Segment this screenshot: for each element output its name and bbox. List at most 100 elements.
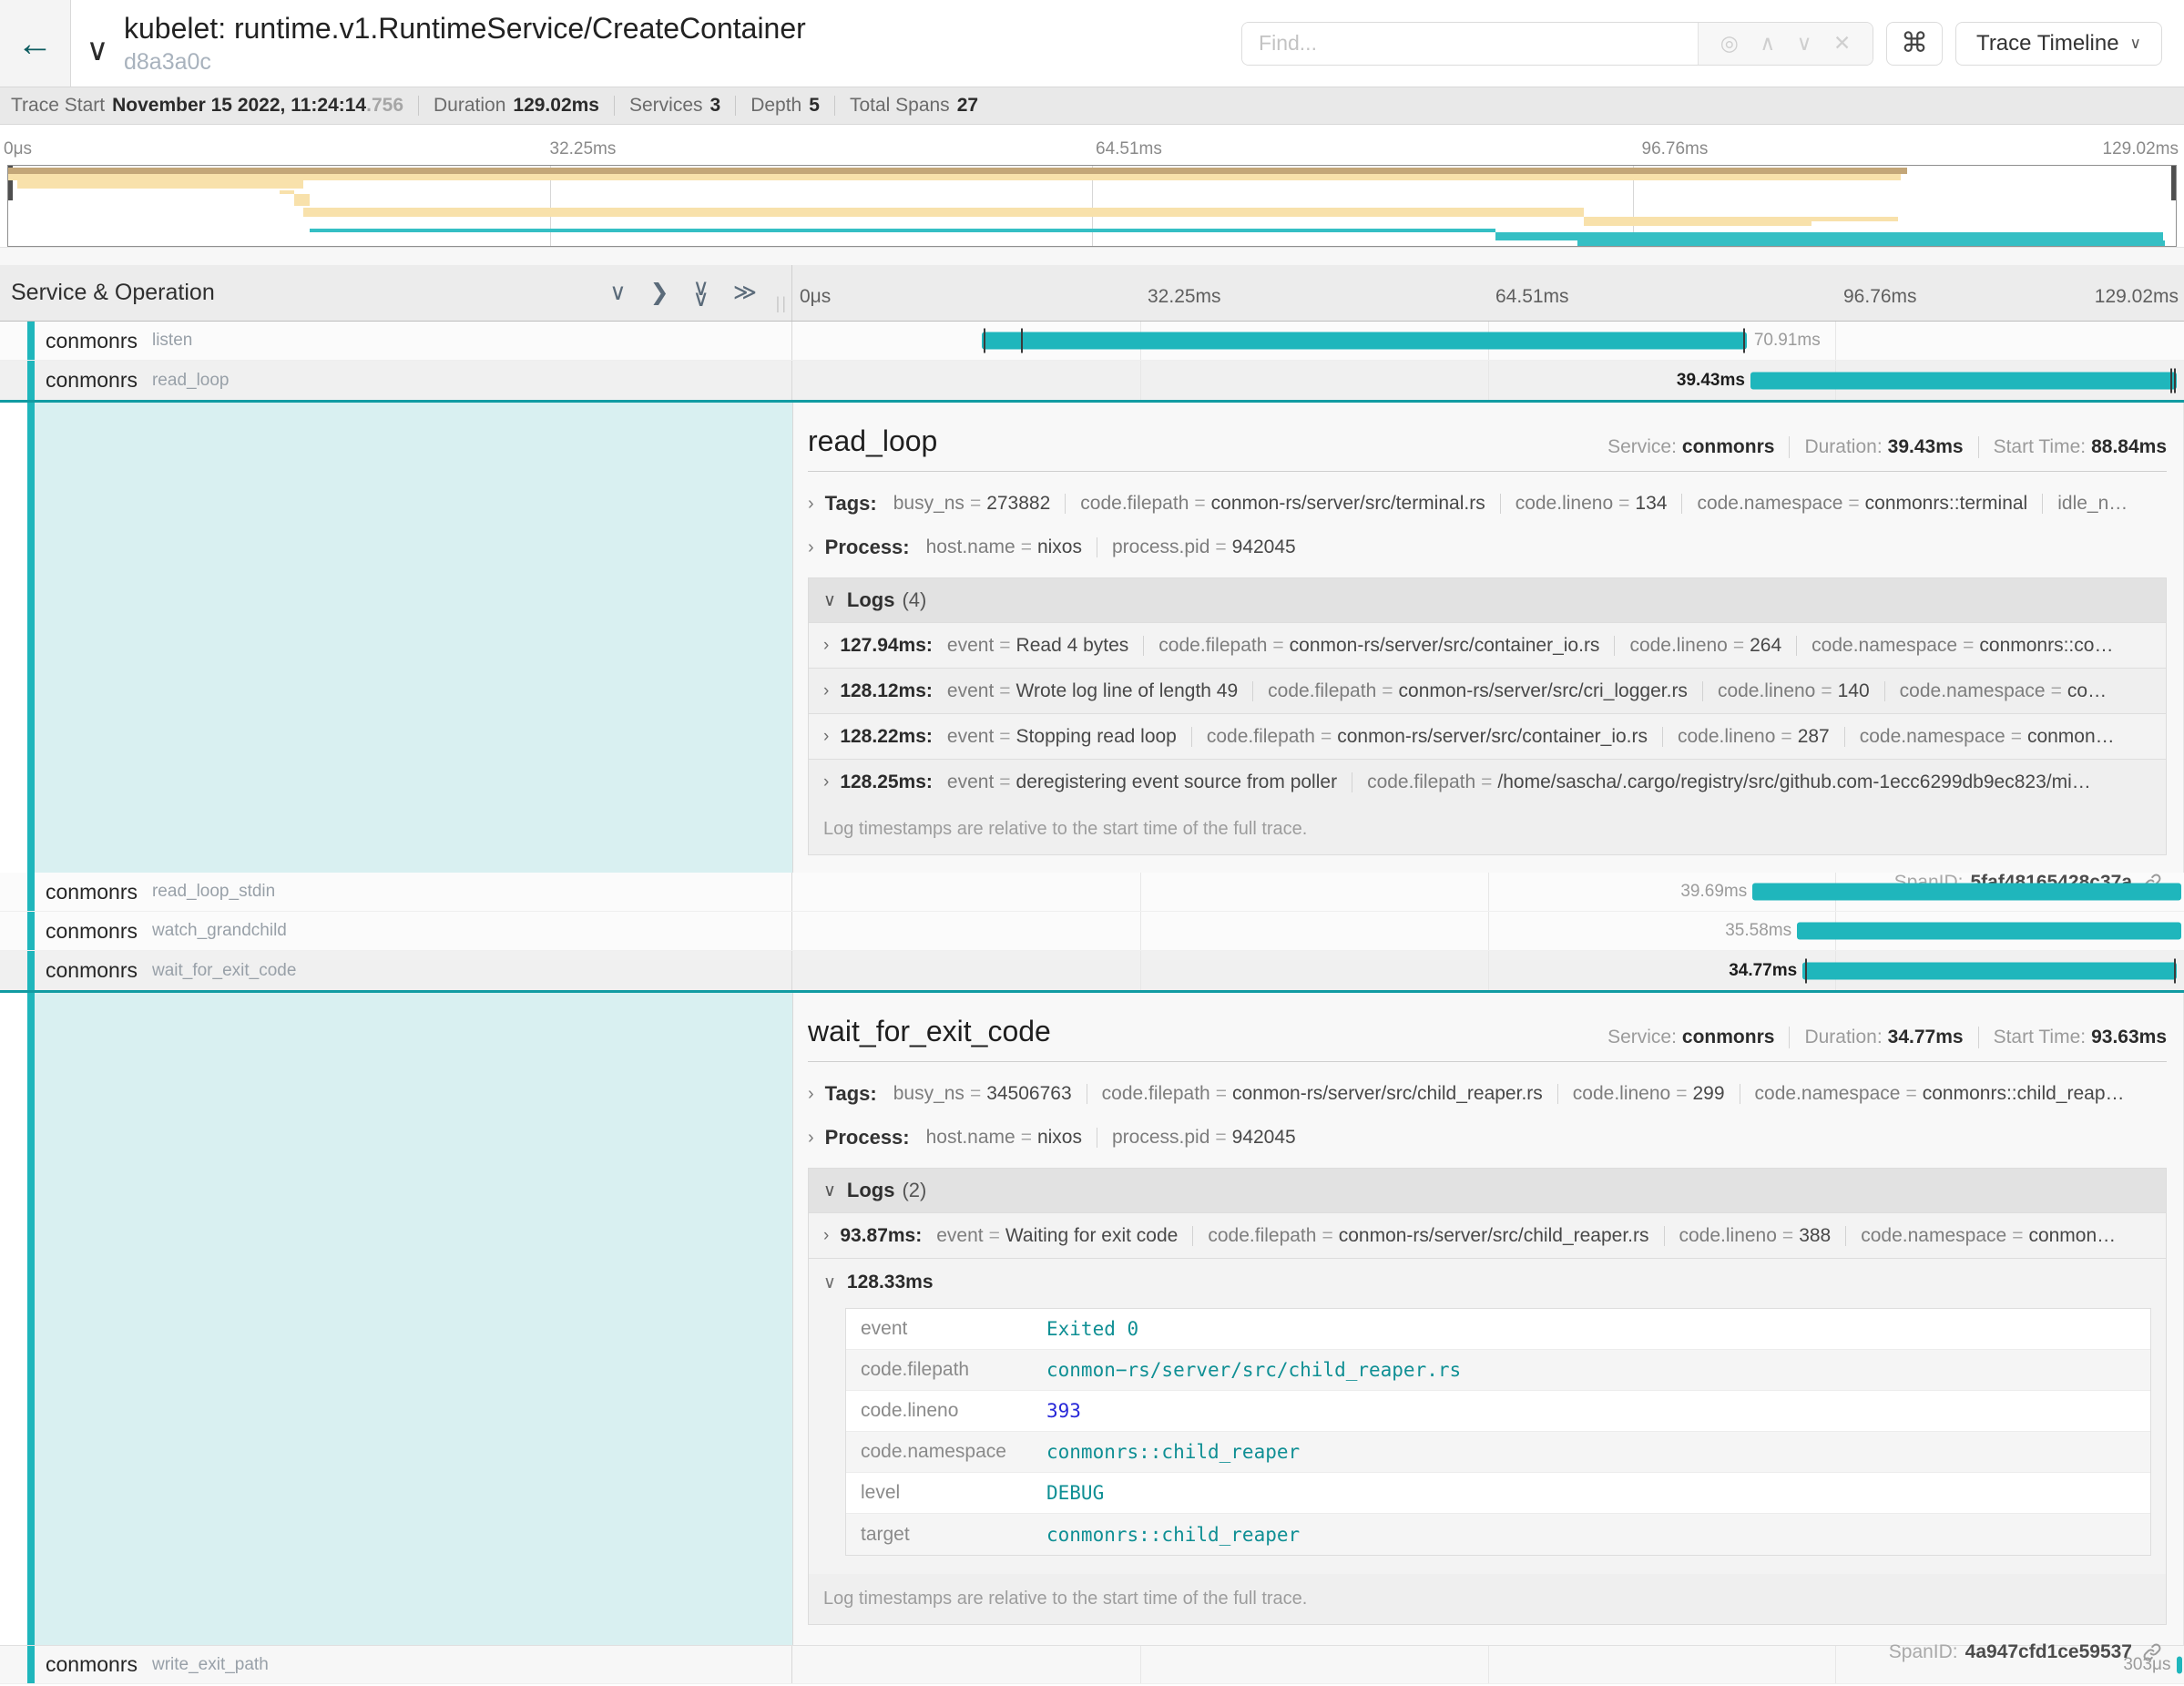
span-color-guide (27, 873, 35, 911)
process-accordion[interactable]: › Process: host.name=nixosprocess.pid=94… (808, 536, 2167, 559)
trace-title-block: kubelet: runtime.v1.RuntimeService/Creat… (124, 0, 1241, 87)
span-meta: Service:conmonrs Duration:39.43ms Start … (1607, 436, 2167, 458)
column-resize-grip[interactable]: || (776, 294, 788, 313)
log-marker-tick (984, 329, 985, 353)
chevron-down-icon: ∨ (823, 590, 836, 611)
duration-value: 39.43ms (1888, 436, 1964, 458)
tag-chip: code.namespace=conmon… (1861, 1225, 2116, 1247)
service-label: Service: (1607, 1027, 1677, 1048)
span-row-watch_grandchild[interactable]: conmonrswatch_grandchild35.58ms (0, 912, 2184, 951)
log-row[interactable]: ›128.22ms:event=Stopping read loopcode.f… (809, 713, 2166, 759)
tag-chip: code.filepath=conmon-rs/server/src/child… (1208, 1225, 1648, 1247)
keyboard-shortcuts-button[interactable]: ⌘ (1886, 22, 1943, 66)
tag-chip: code.namespace=conmonrs::child_reap… (1755, 1083, 2125, 1105)
tag-chip: code.namespace=conmon… (1860, 726, 2115, 748)
expand-all-icon[interactable]: ≫ (733, 281, 757, 304)
span-name-cell[interactable]: conmonrswrite_exit_path (0, 1646, 792, 1683)
logs-accordion[interactable]: ∨ Logs (2) (809, 1169, 2166, 1212)
chevron-up-icon[interactable]: ∧ (1760, 33, 1775, 54)
start-time-label: Start Time: (1994, 1027, 2087, 1048)
tag-chip: code.filepath=conmon-rs/server/src/conta… (1158, 635, 1599, 657)
log-entry-toggle[interactable]: ∨ 128.33ms (823, 1272, 2151, 1293)
span-duration-bar[interactable] (1802, 962, 2177, 979)
view-selector-button[interactable]: Trace Timeline ∨ (1955, 22, 2162, 66)
logs-label: Logs (847, 588, 895, 612)
log-marker-tick (2174, 958, 2176, 983)
logs-accordion[interactable]: ∨ Logs (4) (809, 578, 2166, 622)
log-row[interactable]: ›128.25ms:event=deregistering event sour… (809, 759, 2166, 804)
minimap-span-bar (8, 168, 1907, 174)
span-duration-bar[interactable] (982, 332, 1747, 350)
chevron-right-icon: › (808, 1128, 814, 1149)
back-arrow-icon: ← (17, 26, 54, 62)
minimap-right-handle[interactable] (2171, 166, 2176, 200)
command-icon: ⌘ (1901, 27, 1928, 59)
tag-chip: event=deregistering event source from po… (947, 771, 1337, 793)
span-name-cell[interactable]: conmonrswatch_grandchild (0, 912, 792, 950)
span-tree-guide (27, 993, 35, 1645)
logs-section: ∨ Logs (2) ›93.87ms:event=Waiting for ex… (808, 1168, 2167, 1625)
span-name-cell[interactable]: conmonrsread_loop (0, 361, 792, 400)
tags-accordion[interactable]: › Tags: busy_ns=34506763code.filepath=co… (808, 1082, 2167, 1106)
span-bar-cell[interactable]: 70.91ms (792, 322, 2184, 360)
span-duration-bar[interactable] (1750, 372, 2177, 389)
span-row-listen[interactable]: conmonrslisten70.91ms (0, 322, 2184, 361)
span-bar-cell[interactable]: 39.69ms (792, 873, 2184, 911)
span-duration-bar[interactable] (2177, 1656, 2182, 1673)
minimap-span-bar (1577, 240, 2165, 246)
log-row[interactable]: ›128.12ms:event=Wrote log line of length… (809, 668, 2166, 713)
trace-collapse-toggle[interactable]: ∨ (71, 0, 124, 87)
collapse-one-icon[interactable]: ∨ (609, 281, 626, 304)
minimap-span-bar (310, 229, 1495, 232)
tag-chip: code.lineno=264 (1629, 635, 1781, 657)
tags-accordion[interactable]: › Tags: busy_ns=273882code.filepath=conm… (808, 492, 2167, 516)
span-row-wait_for_exit_code[interactable]: conmonrswait_for_exit_code34.77ms (0, 951, 2184, 993)
ruler-tick-label: 129.02ms (2087, 286, 2179, 308)
service-value: conmonrs (1682, 436, 1775, 458)
span-bar-cell[interactable]: 34.77ms (792, 951, 2184, 990)
span-duration-label: 303μs (2123, 1655, 2170, 1675)
span-bar-cell[interactable]: 35.58ms (792, 912, 2184, 950)
minimap-span-bar (294, 194, 310, 206)
trace-info-item: Services3 (629, 95, 720, 117)
tag-chip: host.name=nixos (926, 1127, 1082, 1149)
span-row-read_loop_stdin[interactable]: conmonrsread_loop_stdin39.69ms (0, 873, 2184, 912)
span-name-cell[interactable]: conmonrslisten (0, 322, 792, 360)
span-bar-cell[interactable]: 39.43ms (792, 361, 2184, 400)
back-button[interactable]: ← (0, 0, 71, 87)
detail-titlebar: read_loop Service:conmonrs Duration:39.4… (808, 424, 2167, 472)
start-time-label: Start Time: (1994, 436, 2087, 458)
span-detail-read-loop: read_loop Service:conmonrs Duration:39.4… (0, 403, 2184, 873)
span-row-read_loop[interactable]: conmonrsread_loop39.43ms (0, 361, 2184, 403)
span-name-cell[interactable]: conmonrswait_for_exit_code (0, 951, 792, 990)
span-bar-cell[interactable]: 303μs (792, 1646, 2184, 1683)
close-icon[interactable]: ✕ (1833, 33, 1851, 54)
ruler-tick-label: 96.76ms (1836, 286, 1917, 308)
log-row[interactable]: ›93.87ms:event=Waiting for exit codecode… (809, 1212, 2166, 1258)
log-row[interactable]: ›127.94ms:event=Read 4 bytescode.filepat… (809, 622, 2166, 668)
tag-chip: code.filepath=/home/sascha/.cargo/regist… (1367, 771, 2091, 793)
span-duration-bar[interactable] (1752, 884, 2181, 901)
expand-one-icon[interactable]: ❯ (650, 281, 669, 304)
ruler-tick-label: 64.51ms (1488, 286, 1569, 308)
chevron-right-icon: › (808, 494, 814, 515)
process-accordion[interactable]: › Process: host.name=nixosprocess.pid=94… (808, 1126, 2167, 1150)
find-input[interactable] (1242, 23, 1698, 65)
span-operation-title: wait_for_exit_code (808, 1015, 1051, 1048)
span-duration-bar[interactable] (1797, 923, 2181, 940)
span-name-cell[interactable]: conmonrsread_loop_stdin (0, 873, 792, 911)
collapse-all-icon[interactable]: ∨∨ (693, 282, 709, 304)
tag-chip: code.filepath=conmon-rs/server/src/child… (1102, 1083, 1543, 1105)
span-table-header: Service & Operation ∨ ❯ ∨∨ ≫ || 0μs32.25… (0, 265, 2184, 322)
target-icon[interactable]: ◎ (1720, 33, 1739, 54)
span-detail-wait-for-exit-code: wait_for_exit_code Service:conmonrs Dura… (0, 993, 2184, 1645)
span-operation-title: read_loop (808, 424, 937, 458)
tag-chip: code.namespace=co… (1900, 680, 2107, 702)
trace-info-item: Duration129.02ms (434, 95, 599, 117)
chevron-down-icon[interactable]: ∨ (1797, 33, 1812, 54)
minimap-span-bar (303, 208, 1585, 217)
log-field-row: targetconmonrs::child_reaper (846, 1514, 2150, 1555)
span-row-write_exit_path[interactable]: conmonrswrite_exit_path 303μs (0, 1645, 2184, 1684)
duration-label: Duration: (1804, 436, 1882, 458)
trace-minimap[interactable] (7, 165, 2177, 247)
